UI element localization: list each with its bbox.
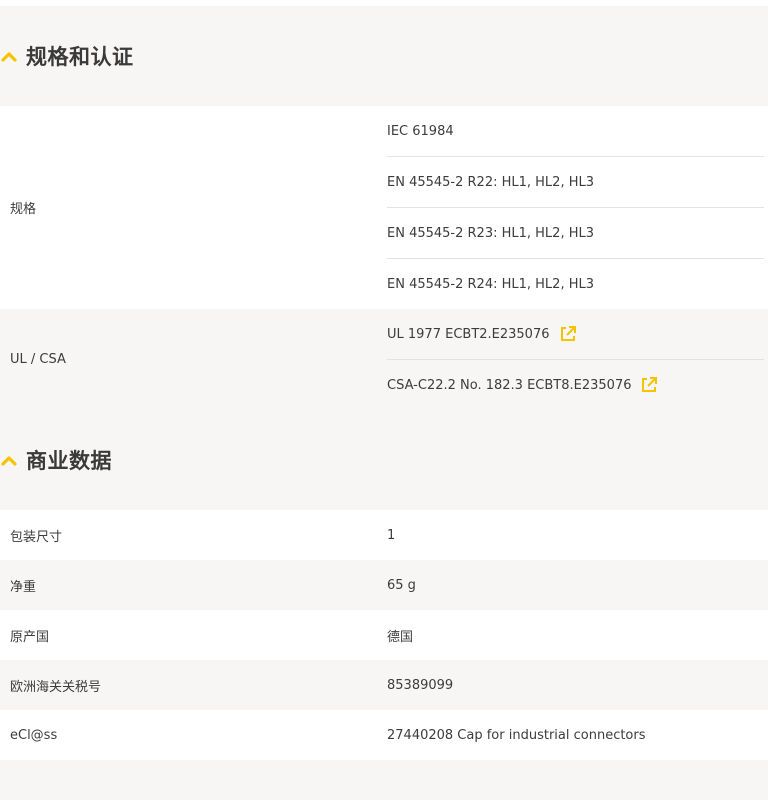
value-item: EN 45545-2 R24: HL1, HL2, HL3 xyxy=(387,276,595,292)
row-values: 1 xyxy=(387,510,768,560)
data-row-package-size: 包装尺寸 1 xyxy=(0,510,768,560)
product-details-page: 规格和认证 规格 IEC 61984 EN 45545-2 R22: HL1, … xyxy=(0,0,768,800)
row-values: IEC 61984 EN 45545-2 R22: HL1, HL2, HL3 … xyxy=(387,106,768,309)
data-row-customs-tariff: 欧洲海关关税号 85389099 xyxy=(0,660,768,710)
row-label: eCl@ss xyxy=(10,727,58,743)
external-link-icon[interactable] xyxy=(640,376,658,394)
bottom-spacer xyxy=(0,760,768,800)
value-item: CSA-C22.2 No. 182.3 ECBT8.E235076 xyxy=(387,360,764,410)
certificate-link-text[interactable]: UL 1977 ECBT2.E235076 xyxy=(387,327,550,342)
value-item: EN 45545-2 R23: HL1, HL2, HL3 xyxy=(387,208,764,259)
data-row-eclass: eCl@ss 27440208 Cap for industrial conne… xyxy=(0,710,768,760)
row-label: 净重 xyxy=(10,579,37,595)
spec-row-standards: 规格 IEC 61984 EN 45545-2 R22: HL1, HL2, H… xyxy=(0,106,768,309)
row-label: 原产国 xyxy=(10,629,50,645)
section-title: 商业数据 xyxy=(26,449,112,473)
certificate-link-text[interactable]: CSA-C22.2 No. 182.3 ECBT8.E235076 xyxy=(387,378,631,393)
value-item: EN 45545-2 R22: HL1, HL2, HL3 xyxy=(387,157,764,208)
row-value: 27440208 Cap for industrial connectors xyxy=(387,727,646,743)
chevron-up-icon[interactable] xyxy=(0,451,18,469)
external-link-icon[interactable] xyxy=(559,325,577,343)
section-title: 规格和认证 xyxy=(26,45,134,69)
row-value: 1 xyxy=(387,527,396,543)
value-item: IEC 61984 xyxy=(387,106,764,157)
row-values: UL 1977 ECBT2.E235076 CSA-C22.2 No. 182.… xyxy=(387,309,768,410)
row-value: 85389099 xyxy=(387,677,454,693)
row-value: 德国 xyxy=(387,629,414,645)
row-value: 65 g xyxy=(387,577,416,593)
data-row-country-of-origin: 原产国 德国 xyxy=(0,610,768,660)
data-row-net-weight: 净重 65 g xyxy=(0,560,768,610)
row-label: 欧洲海关关税号 xyxy=(10,679,102,695)
row-values: 德国 xyxy=(387,610,768,660)
section-header-specs-certs[interactable]: 规格和认证 xyxy=(0,6,768,106)
row-label: 包装尺寸 xyxy=(10,529,63,545)
chevron-up-icon[interactable] xyxy=(0,47,18,65)
section-header-commercial-data[interactable]: 商业数据 xyxy=(0,410,768,510)
row-label: UL / CSA xyxy=(10,352,66,367)
row-values: 85389099 xyxy=(387,660,768,710)
spec-row-ul-csa: UL / CSA UL 1977 ECBT2.E235076 CSA-C22.2… xyxy=(0,309,768,410)
row-label: 规格 xyxy=(10,202,37,217)
value-item: UL 1977 ECBT2.E235076 xyxy=(387,309,764,360)
row-values: 27440208 Cap for industrial connectors xyxy=(387,710,768,760)
row-values: 65 g xyxy=(387,560,768,610)
